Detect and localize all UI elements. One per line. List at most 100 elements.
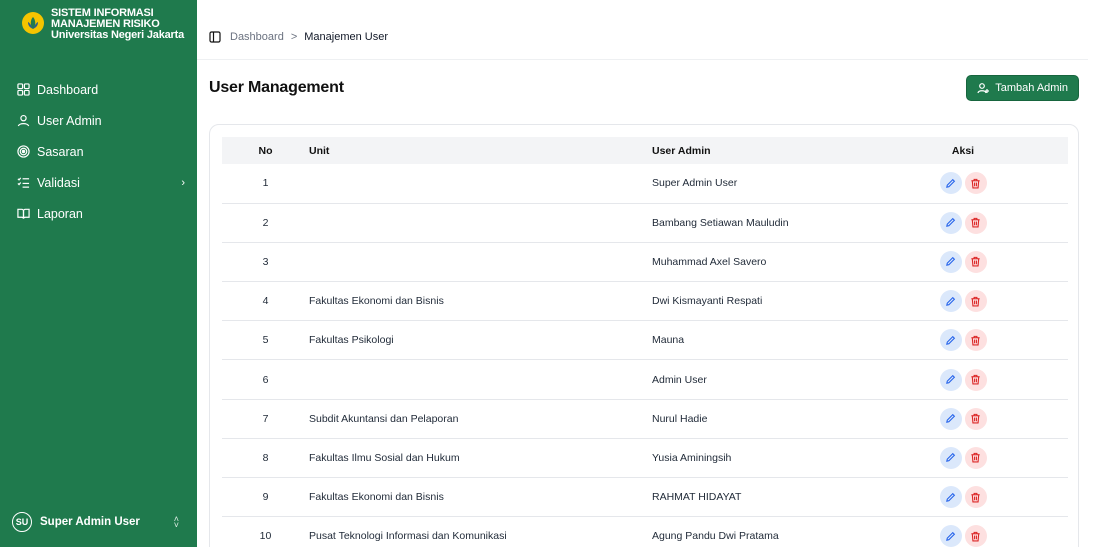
user-menu[interactable]: SU Super Admin User ˄ ˅ <box>12 509 187 535</box>
sidebar-item-sasaran[interactable]: Sasaran <box>0 136 197 167</box>
sidebar-toggle-icon[interactable] <box>209 30 221 43</box>
brand[interactable]: SISTEM INFORMASI MANAJEMEN RISIKO Univer… <box>0 0 197 74</box>
cell-no: 10 <box>222 516 309 547</box>
table-row: 3 Muhammad Axel Savero <box>222 242 1068 283</box>
edit-button[interactable] <box>939 486 962 509</box>
add-admin-button[interactable]: Tambah Admin <box>966 75 1079 101</box>
cell-unit: Subdit Akuntansi dan Pelaporan <box>309 399 652 439</box>
sidebar-item-laporan[interactable]: Laporan <box>0 198 197 229</box>
table-row: 10 Pusat Teknologi Informasi dan Komunika… <box>222 516 1068 547</box>
table-row: 4 Fakultas Ekonomi dan Bisnis Dwi Kismayan… <box>222 281 1068 322</box>
delete-button[interactable] <box>964 172 987 195</box>
pencil-icon <box>945 256 956 267</box>
pencil-icon <box>945 296 956 307</box>
breadcrumb-current: Manajemen User <box>304 30 389 43</box>
trash-icon <box>970 413 981 424</box>
cell-unit <box>309 359 652 400</box>
user-table: No Unit User Admin Aksi 1 Super Admin Use… <box>222 137 1068 547</box>
trash-icon <box>970 531 981 542</box>
edit-button[interactable] <box>939 250 962 273</box>
sidebar-item-label: Sasaran <box>37 144 84 159</box>
table-row: 6 Admin User <box>222 359 1068 400</box>
delete-button[interactable] <box>964 211 987 234</box>
trash-icon <box>970 492 981 503</box>
sidebar: SISTEM INFORMASI MANAJEMEN RISIKO Univer… <box>0 0 197 547</box>
cell-user-admin: Yusia Aminingsih <box>652 438 858 479</box>
cell-user-admin: Agung Pandu Dwi Pratama <box>652 516 858 547</box>
cell-actions <box>858 438 1068 479</box>
cell-no: 2 <box>222 203 309 243</box>
trash-icon <box>970 374 981 385</box>
trash-icon <box>970 296 981 307</box>
cell-unit: Fakultas Psikologi <box>309 320 652 361</box>
cell-user-admin: Bambang Setiawan Mauludin <box>652 203 858 243</box>
delete-button[interactable] <box>964 329 987 352</box>
column-header-unit: Unit <box>309 137 652 164</box>
cell-no: 5 <box>222 320 309 361</box>
sidebar-item-label: Validasi <box>37 175 80 190</box>
pencil-icon <box>945 374 956 385</box>
grid-icon <box>16 83 30 97</box>
edit-button[interactable] <box>939 172 962 195</box>
delete-button[interactable] <box>964 290 987 313</box>
column-header-aksi: Aksi <box>858 137 1068 164</box>
pencil-icon <box>945 217 956 228</box>
cell-unit: Fakultas Ekonomi dan Bisnis <box>309 477 652 518</box>
edit-button[interactable] <box>939 407 962 430</box>
sidebar-item-user-admin[interactable]: User Admin <box>0 105 197 136</box>
cell-unit <box>309 203 652 243</box>
breadcrumb-separator: > <box>290 30 298 43</box>
edit-button[interactable] <box>939 290 962 313</box>
trash-icon <box>970 452 981 463</box>
cell-actions <box>858 164 1068 204</box>
edit-button[interactable] <box>939 525 962 547</box>
sidebar-item-label: Dashboard <box>37 82 99 97</box>
cell-actions <box>858 242 1068 283</box>
delete-button[interactable] <box>964 250 987 273</box>
avatar: SU <box>12 512 32 532</box>
cell-user-admin: Muhammad Axel Savero <box>652 242 858 283</box>
trash-icon <box>970 335 981 346</box>
delete-button[interactable] <box>964 407 987 430</box>
edit-button[interactable] <box>939 446 962 469</box>
edit-button[interactable] <box>939 211 962 234</box>
column-header-no: No <box>222 137 309 164</box>
cell-user-admin: Nurul Hadie <box>652 399 858 439</box>
cell-actions <box>858 516 1068 547</box>
cell-actions <box>858 399 1068 439</box>
sidebar-item-dashboard[interactable]: Dashboard <box>0 74 197 105</box>
delete-button[interactable] <box>964 446 987 469</box>
pencil-icon <box>945 531 956 542</box>
sidebar-item-label: Laporan <box>37 206 83 221</box>
cell-user-admin: RAHMAT HIDAYAT <box>652 477 858 518</box>
sidebar-item-validasi[interactable]: Validasi › <box>0 167 197 198</box>
edit-button[interactable] <box>939 329 962 352</box>
delete-button[interactable] <box>964 486 987 509</box>
target-icon <box>16 145 30 159</box>
list-check-icon <box>16 176 30 190</box>
brand-title: SISTEM INFORMASI MANAJEMEN RISIKO Univer… <box>51 8 184 41</box>
pencil-icon <box>945 413 956 424</box>
sidebar-nav: Dashboard User Admin Sasaran Validasi › <box>0 74 197 229</box>
university-logo-icon <box>22 12 44 34</box>
user-icon <box>16 114 30 128</box>
cell-no: 1 <box>222 164 309 204</box>
cell-no: 4 <box>222 281 309 322</box>
chevron-right-icon: › <box>181 176 185 189</box>
delete-button[interactable] <box>964 368 987 391</box>
cell-no: 6 <box>222 359 309 400</box>
cell-actions <box>858 203 1068 243</box>
brand-line-3: Universitas Negeri Jakarta <box>51 29 184 41</box>
cell-no: 3 <box>222 242 309 283</box>
delete-button[interactable] <box>964 525 987 547</box>
cell-actions <box>858 281 1068 322</box>
table-header-row: No Unit User Admin Aksi <box>222 137 1068 164</box>
table-body: 1 Super Admin User 2 Bambang Setiawan Maulu… <box>222 164 1068 547</box>
breadcrumb-link-dashboard[interactable]: Dashboard <box>230 31 284 43</box>
edit-button[interactable] <box>939 368 962 391</box>
page-title: User Management <box>209 79 344 96</box>
user-name: Super Admin User <box>40 516 140 528</box>
pencil-icon <box>945 178 956 189</box>
cell-user-admin: Dwi Kismayanti Respati <box>652 281 858 322</box>
cell-actions <box>858 477 1068 518</box>
